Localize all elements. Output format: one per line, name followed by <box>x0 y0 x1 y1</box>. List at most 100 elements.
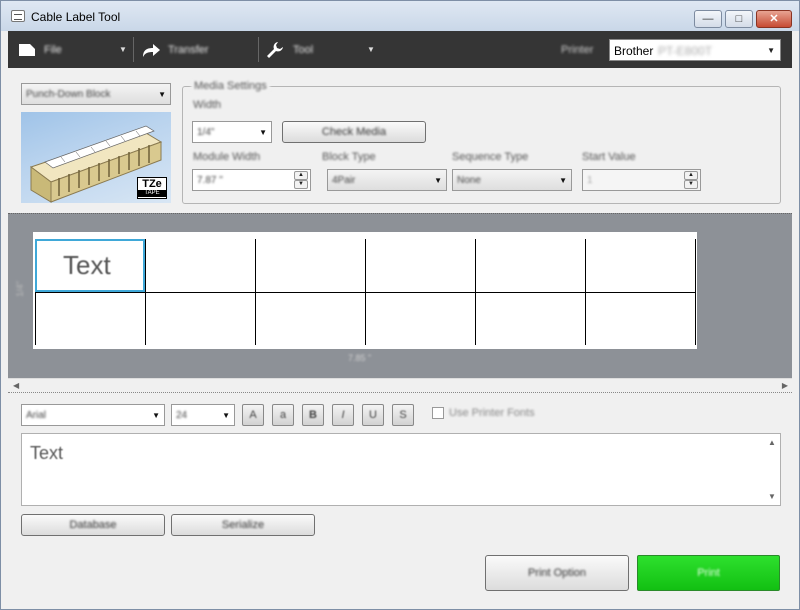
stepper-up-icon[interactable]: ▲ <box>684 171 698 180</box>
grid-line <box>365 239 366 345</box>
minimize-button[interactable]: — <box>694 10 722 28</box>
printer-select-value: Brother <box>614 44 654 58</box>
use-printer-fonts-checkbox[interactable] <box>432 407 444 419</box>
tze-logo-subtext: TAPE <box>138 190 166 197</box>
sequence-type-label: Sequence Type <box>452 151 529 163</box>
grow-font-button[interactable]: A <box>242 404 264 426</box>
shrink-font-icon: a <box>279 409 287 421</box>
stepper-down-icon[interactable]: ▼ <box>294 180 308 189</box>
block-type-select[interactable]: 4Pair ▼ <box>327 169 447 191</box>
grid-line <box>475 239 476 345</box>
print-button[interactable]: Print <box>637 555 780 591</box>
label-preview[interactable]: Text <box>33 232 697 349</box>
label-text-input[interactable]: Text ▲ ▼ <box>21 433 781 506</box>
scroll-down-icon[interactable]: ▼ <box>768 492 776 501</box>
width-select-value: 1/4" <box>197 127 215 138</box>
tool-menu[interactable]: Tool ▼ <box>261 31 381 68</box>
label-canvas[interactable]: 1/4" Text 7.85 " <box>8 213 792 378</box>
app-icon <box>11 10 25 22</box>
media-settings-legend: Media Settings <box>191 80 270 92</box>
module-width-label: Module Width <box>193 151 261 163</box>
transfer-button[interactable]: Transfer <box>136 31 256 68</box>
transfer-label: Transfer <box>168 44 209 56</box>
window-title: Cable Label Tool <box>31 10 121 24</box>
stepper-arrows[interactable]: ▲ ▼ <box>684 171 698 189</box>
tze-tape-logo: TZe TAPE <box>137 177 167 199</box>
chevron-down-icon: ▼ <box>158 90 166 99</box>
scroll-right-icon[interactable]: ▶ <box>782 381 788 390</box>
tool-chevron-down-icon: ▼ <box>367 45 375 54</box>
width-select[interactable]: 1/4" ▼ <box>192 121 272 143</box>
app-window: Cable Label Tool — □ ✕ File ▼ Transfer T… <box>0 0 800 610</box>
width-label: Width <box>193 99 222 111</box>
font-select[interactable]: Arial ▼ <box>21 404 165 426</box>
block-type-label: Block Type <box>322 151 376 163</box>
font-size-value: 24 <box>176 410 188 421</box>
module-width-value: 7.87 " <box>197 175 223 186</box>
stepper-down-icon[interactable]: ▼ <box>684 180 698 189</box>
main-toolbar: File ▼ Transfer Tool ▼ Printer Brother P… <box>8 31 792 68</box>
chevron-down-icon: ▼ <box>152 411 160 420</box>
stepper-arrows[interactable]: ▲ ▼ <box>294 171 308 189</box>
file-chevron-down-icon: ▼ <box>119 45 127 54</box>
transfer-arrow-icon <box>143 44 160 57</box>
punch-down-block-image: TZe TAPE <box>21 112 171 203</box>
block-type-value: 4Pair <box>332 175 356 186</box>
chevron-down-icon: ▼ <box>767 46 775 55</box>
file-icon <box>19 44 35 56</box>
strikethrough-icon: S <box>399 409 407 421</box>
splitter[interactable] <box>8 392 792 393</box>
selected-label-cell[interactable]: Text <box>35 239 145 292</box>
title-bar: Cable Label Tool — □ ✕ <box>1 1 799 31</box>
serialize-label: Serialize <box>221 519 265 531</box>
print-label: Print <box>697 567 720 579</box>
file-menu[interactable]: File ▼ <box>8 31 130 68</box>
underline-button[interactable]: U <box>362 404 384 426</box>
chevron-down-icon: ▼ <box>434 176 442 185</box>
horizontal-scrollbar[interactable]: ◀ ▶ <box>8 378 792 392</box>
check-media-button[interactable]: Check Media <box>282 121 426 143</box>
start-value-label: Start Value <box>582 151 636 163</box>
print-option-label: Print Option <box>527 567 587 579</box>
shrink-font-button[interactable]: a <box>272 404 294 426</box>
printer-model-value: PT-E800T <box>658 44 713 58</box>
tze-logo-text: TZe <box>142 178 162 190</box>
file-menu-label: File <box>44 44 62 56</box>
application-select[interactable]: Punch-Down Block ▼ <box>21 83 171 105</box>
grid-line <box>145 239 146 345</box>
printer-select[interactable]: Brother PT-E800T ▼ <box>609 39 781 61</box>
grow-font-icon: A <box>249 409 257 421</box>
sequence-type-value: None <box>457 175 481 186</box>
print-option-button[interactable]: Print Option <box>485 555 629 591</box>
strikethrough-button[interactable]: S <box>392 404 414 426</box>
serialize-button[interactable]: Serialize <box>171 514 315 536</box>
scroll-up-icon[interactable]: ▲ <box>768 438 776 447</box>
check-media-label: Check Media <box>321 126 387 138</box>
scroll-left-icon[interactable]: ◀ <box>13 381 19 390</box>
font-select-value: Arial <box>26 410 47 421</box>
underline-icon: U <box>369 409 377 421</box>
grid-line <box>695 239 696 345</box>
chevron-down-icon: ▼ <box>259 128 267 137</box>
module-width-stepper[interactable]: 7.87 " ▲ ▼ <box>192 169 311 191</box>
italic-icon: I <box>341 409 345 421</box>
database-label: Database <box>69 519 117 531</box>
toolbar-divider <box>258 37 259 62</box>
text-input-scrollbar[interactable]: ▲ ▼ <box>764 434 780 505</box>
maximize-button[interactable]: □ <box>725 10 753 28</box>
bold-button[interactable]: B <box>302 404 324 426</box>
vertical-ruler-value: 1/4" <box>14 281 25 297</box>
close-button[interactable]: ✕ <box>756 10 792 28</box>
start-value-stepper[interactable]: 1 ▲ ▼ <box>582 169 701 191</box>
horizontal-ruler-value: 7.85 " <box>348 353 372 363</box>
bold-icon: B <box>309 409 317 421</box>
chevron-down-icon: ▼ <box>559 176 567 185</box>
sequence-type-select[interactable]: None ▼ <box>452 169 572 191</box>
use-printer-fonts-label: Use Printer Fonts <box>449 407 535 419</box>
database-button[interactable]: Database <box>21 514 165 536</box>
stepper-up-icon[interactable]: ▲ <box>294 171 308 180</box>
start-value-value: 1 <box>587 175 593 186</box>
toolbar-divider <box>133 37 134 62</box>
font-size-select[interactable]: 24 ▼ <box>171 404 235 426</box>
italic-button[interactable]: I <box>332 404 354 426</box>
